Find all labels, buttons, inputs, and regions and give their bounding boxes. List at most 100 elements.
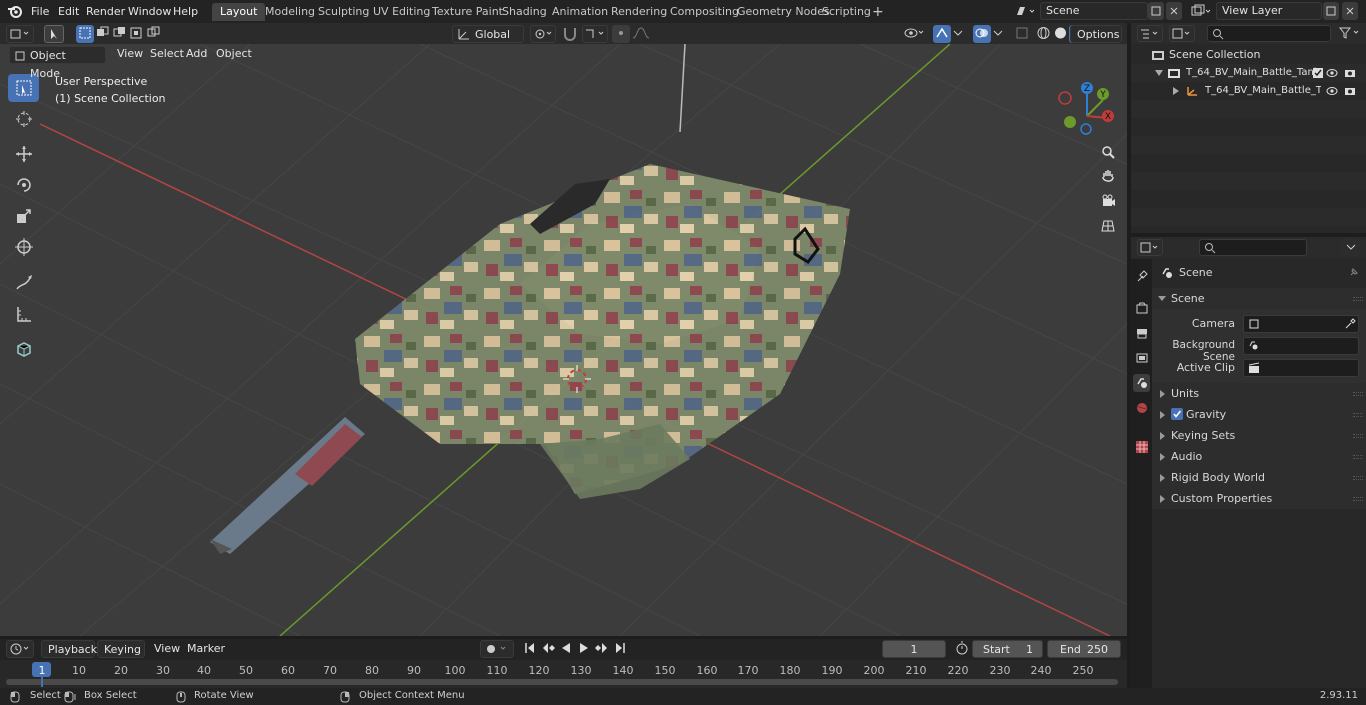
new-scene-icon[interactable] xyxy=(1148,2,1164,20)
gizmo-dropdown-icon[interactable] xyxy=(951,25,965,43)
render-tab-icon[interactable] xyxy=(1133,299,1150,317)
timeline-menu-marker[interactable]: Marker xyxy=(181,640,231,658)
display-mode-icon[interactable] xyxy=(1169,25,1195,42)
filter-icon[interactable] xyxy=(1337,25,1363,42)
perspective-toggle-icon[interactable] xyxy=(1097,215,1119,237)
menu-help[interactable]: Help xyxy=(167,3,204,20)
delete-view-layer-icon[interactable] xyxy=(1342,2,1358,20)
select-invert-icon[interactable] xyxy=(128,25,145,43)
tool-settings-tab-icon[interactable] xyxy=(1133,267,1150,285)
measure-tool[interactable] xyxy=(8,300,39,328)
end-frame-field[interactable]: End 250 xyxy=(1047,640,1121,658)
drag-handle-icon[interactable] xyxy=(1353,497,1363,501)
pivot-point-icon[interactable] xyxy=(530,25,556,43)
jump-keyframe-forward-icon[interactable] xyxy=(593,640,611,658)
audio-panel-header[interactable]: Audio xyxy=(1152,446,1366,467)
select-extend-icon[interactable] xyxy=(94,25,111,43)
keying-dropdown[interactable]: Keying xyxy=(97,640,145,658)
timeline-scrollbar[interactable] xyxy=(6,679,1118,685)
select-subtract-icon[interactable] xyxy=(111,25,128,43)
menu-object[interactable]: Object xyxy=(210,45,258,63)
select-new-icon[interactable] xyxy=(76,25,94,43)
editor-type-icon[interactable] xyxy=(6,25,34,43)
pin-icon[interactable] xyxy=(1348,266,1360,278)
gravity-panel-header[interactable]: Gravity xyxy=(1152,404,1366,425)
camera-view-icon[interactable] xyxy=(1097,190,1119,212)
world-tab-icon[interactable] xyxy=(1133,399,1150,417)
overlays-toggle-icon[interactable] xyxy=(973,25,991,43)
stopwatch-icon[interactable] xyxy=(953,640,971,658)
tool-select-mode-icon[interactable] xyxy=(44,25,64,43)
navigation-gizmo[interactable]: Z Y X xyxy=(1055,80,1125,150)
xray-toggle-icon[interactable] xyxy=(1013,25,1031,43)
proportional-edit-icon[interactable] xyxy=(612,25,630,43)
falloff-icon[interactable] xyxy=(630,25,652,43)
scale-tool[interactable] xyxy=(8,202,39,230)
playback-dropdown[interactable]: Playback xyxy=(41,640,97,658)
orientation-dropdown[interactable]: Global xyxy=(452,25,524,43)
camera-render-icon[interactable] xyxy=(1344,67,1356,78)
add-workspace-button[interactable]: + xyxy=(864,3,892,21)
shading-solid-icon[interactable] xyxy=(1052,25,1069,43)
delete-scene-icon[interactable] xyxy=(1166,2,1182,20)
scene-section-header[interactable]: Scene xyxy=(1152,288,1366,309)
timeline-editor-type-icon[interactable] xyxy=(6,640,34,658)
disclosure-down-icon[interactable] xyxy=(1155,70,1163,76)
outliner-search-input[interactable] xyxy=(1207,25,1331,42)
properties-options-icon[interactable] xyxy=(1341,239,1361,256)
output-tab-icon[interactable] xyxy=(1133,324,1150,342)
options-dropdown[interactable]: Options xyxy=(1070,25,1122,43)
units-panel-header[interactable]: Units xyxy=(1152,383,1366,404)
texture-tab-icon[interactable] xyxy=(1133,438,1150,456)
jump-start-icon[interactable] xyxy=(521,640,539,658)
play-icon[interactable] xyxy=(575,640,593,658)
keying-sets-panel-header[interactable]: Keying Sets xyxy=(1152,425,1366,446)
shading-wireframe-icon[interactable] xyxy=(1035,25,1052,43)
tank-model[interactable] xyxy=(0,44,1127,636)
play-reverse-icon[interactable] xyxy=(557,640,575,658)
outliner-scene-collection[interactable]: Scene Collection xyxy=(1131,46,1366,64)
transform-tool[interactable] xyxy=(8,233,39,261)
checkbox-icon[interactable] xyxy=(1313,68,1323,78)
custom-properties-panel-header[interactable]: Custom Properties xyxy=(1152,488,1366,509)
menu-file[interactable]: File xyxy=(25,3,55,20)
pan-hand-icon[interactable] xyxy=(1097,165,1119,187)
drag-handle-icon[interactable] xyxy=(1353,392,1363,396)
background-scene-field[interactable] xyxy=(1243,337,1359,355)
start-frame-field[interactable]: Start 1 xyxy=(972,640,1043,658)
scene-tab-icon[interactable] xyxy=(1133,374,1150,392)
annotate-tool[interactable] xyxy=(8,269,39,297)
jump-keyframe-back-icon[interactable] xyxy=(539,640,557,658)
overlays-dropdown-icon[interactable] xyxy=(991,25,1005,43)
menu-add[interactable]: Add xyxy=(180,45,213,63)
drag-handle-icon[interactable] xyxy=(1353,455,1363,459)
scene-name-field[interactable]: Scene xyxy=(1040,2,1148,20)
new-view-layer-icon[interactable] xyxy=(1323,2,1339,20)
3d-viewport[interactable]: User Perspective (1) Scene Collection Z xyxy=(0,44,1127,636)
active-clip-field[interactable] xyxy=(1243,359,1359,377)
view-layer-tab-icon[interactable] xyxy=(1133,349,1150,367)
add-cube-tool[interactable] xyxy=(8,335,39,363)
viewport-visibility-icon[interactable] xyxy=(902,25,928,43)
move-tool[interactable] xyxy=(8,140,39,168)
outliner-row-tank-collection[interactable]: T_64_BV_Main_Battle_Tank_C xyxy=(1131,64,1366,82)
properties-search-input[interactable] xyxy=(1199,239,1307,256)
auto-keying-icon[interactable] xyxy=(480,640,514,658)
drag-handle-icon[interactable] xyxy=(1353,434,1363,438)
current-frame-field[interactable]: 1 xyxy=(882,640,946,658)
drag-handle-icon[interactable] xyxy=(1353,476,1363,480)
gravity-checkbox[interactable] xyxy=(1171,408,1183,420)
outliner-row-tank-object[interactable]: T_64_BV_Main_Battle_Ta xyxy=(1131,82,1366,100)
select-intersect-icon[interactable] xyxy=(145,25,162,43)
view-layer-icon[interactable] xyxy=(1190,3,1214,20)
gizmo-toggle-icon[interactable] xyxy=(933,25,951,43)
disclosure-right-icon[interactable] xyxy=(1173,87,1179,95)
camera-field[interactable] xyxy=(1243,315,1359,333)
cursor-tool[interactable] xyxy=(8,105,39,133)
scene-selector-icon[interactable] xyxy=(1014,3,1038,20)
blender-logo-icon[interactable] xyxy=(6,3,24,20)
eyedropper-icon[interactable] xyxy=(1344,318,1356,330)
drag-handle-icon[interactable] xyxy=(1353,297,1363,301)
camera-render-icon[interactable] xyxy=(1344,85,1356,96)
mode-dropdown[interactable]: Object Mode xyxy=(9,46,106,80)
